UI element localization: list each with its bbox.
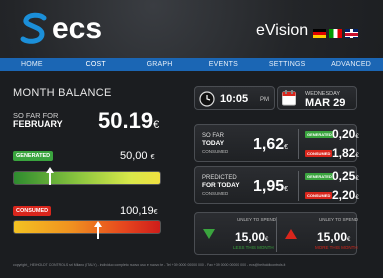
clock-ampm: PM: [260, 97, 269, 103]
spend-less-value: 15,00€: [235, 230, 268, 244]
predicted-consumed-amount: 2,20: [332, 188, 356, 202]
predicted-divider: [298, 171, 299, 201]
date-panel: WEDNESDAY MAR 29: [277, 86, 357, 110]
logo-text: ecs: [52, 12, 103, 45]
so-far-label: SO FAR FOR FEBRUARY: [13, 112, 63, 129]
spend-less-currency: €: [265, 237, 269, 243]
predicted-generated-badge: GENERATED: [305, 173, 334, 180]
today-label-line1: SO FAR: [202, 133, 225, 139]
spend-more-value: 15,00€: [317, 230, 350, 244]
month-balance-title: MONTH BALANCE: [13, 87, 112, 99]
today-currency: €: [284, 144, 289, 151]
generated-badge: GENERATED: [13, 151, 54, 161]
predicted-label: PREDICTED FOR TODAY CONSUMED: [202, 175, 240, 198]
today-amount: 1,62: [253, 136, 285, 153]
nav-cost[interactable]: COST: [64, 58, 128, 71]
predicted-label-sub: CONSUMED: [202, 191, 229, 196]
consumed-bar: [13, 220, 161, 234]
flag-uk-icon[interactable]: [345, 29, 358, 38]
nav-graph[interactable]: GRAPH: [128, 58, 192, 71]
spend-more-caption: UNLEY TO SPEND: [319, 217, 359, 222]
clock-panel: 10:05 PM: [194, 86, 275, 110]
nav-events[interactable]: EVENTS: [191, 58, 255, 71]
ecs-logo: ecs: [18, 12, 102, 46]
today-consumed-currency: €: [355, 153, 359, 159]
predicted-consumed-badge: CONSUMED: [305, 192, 333, 199]
predicted-currency: €: [284, 186, 289, 193]
predicted-consumed-value: 2,20€: [332, 188, 359, 202]
nav-settings[interactable]: SETTINGS: [255, 58, 319, 71]
logo-s-icon: [20, 12, 47, 44]
consumed-currency: €: [153, 209, 158, 216]
main-nav: HOME COST GRAPH EVENTS SETTINGS ADVANCED: [0, 58, 383, 71]
spend-more-currency: €: [347, 237, 351, 243]
consumed-amount: 100,19: [120, 205, 154, 217]
today-label-line2: TODAY: [202, 140, 225, 147]
spend-less-section: UNLEY TO SPEND 15,00€ LESS THIS MONTH: [195, 213, 276, 256]
calendar-icon: [282, 90, 296, 106]
spend-panel: UNLEY TO SPEND 15,00€ LESS THIS MONTH UN…: [194, 212, 358, 256]
spend-less-caption: UNLEY TO SPEND: [237, 217, 277, 222]
generated-amount: 50,00: [120, 150, 148, 162]
generated-currency: €: [150, 154, 155, 161]
flag-it-icon[interactable]: [329, 29, 342, 38]
nav-advanced[interactable]: ADVANCED: [319, 58, 383, 71]
language-flags: [313, 29, 358, 38]
predicted-label-line1: PREDICTED: [202, 175, 237, 181]
month-balance-value: 50.19€: [98, 108, 159, 134]
predicted-generated-value: 0,25€: [332, 169, 359, 183]
app-header: ecs eVision: [0, 0, 383, 58]
today-divider: [298, 129, 299, 159]
footer-copyright: copyright_ HEIHOLDT CONTROLS srl Milano …: [13, 263, 286, 267]
spend-less-note: LESS THIS MONTH: [233, 245, 274, 250]
nav-home[interactable]: HOME: [0, 58, 64, 71]
predicted-generated-amount: 0,25: [332, 169, 356, 183]
so-far-month: FEBRUARY: [13, 119, 63, 129]
spend-more-note: MORE THIS MONTH: [315, 245, 358, 250]
clock-time: 10:05: [220, 93, 249, 105]
month-balance-currency: €: [153, 119, 160, 131]
today-label: SO FAR TODAY CONSUMED: [202, 133, 228, 156]
generated-bar: [13, 171, 161, 185]
generated-marker-icon: [46, 167, 54, 185]
today-consumed-badge: CONSUMED: [305, 150, 333, 157]
consumed-badge: CONSUMED: [13, 206, 52, 216]
clock-icon: [199, 91, 215, 107]
today-generated-value: 0,20€: [332, 127, 359, 141]
predicted-consumed-currency: €: [355, 195, 359, 201]
today-label-sub: CONSUMED: [202, 149, 229, 154]
spend-more-amount: 15,00: [317, 230, 348, 244]
product-name: eVision: [256, 22, 309, 39]
predicted-value: 1,95€: [253, 178, 288, 196]
consumed-value: 100,19€: [120, 205, 158, 217]
today-panel: SO FAR TODAY CONSUMED 1,62€ GENERATED 0,…: [194, 124, 359, 162]
today-consumed-value: 1,82€: [332, 146, 359, 160]
today-generated-amount: 0,20: [332, 127, 356, 141]
month-balance-amount: 50.19: [98, 108, 154, 133]
predicted-amount: 1,95: [253, 178, 285, 195]
arrow-down-icon: [203, 229, 215, 239]
spend-less-amount: 15,00: [235, 230, 266, 244]
consumed-marker-icon: [94, 221, 102, 239]
date-value: MAR 29: [305, 97, 346, 109]
arrow-up-icon: [285, 229, 297, 239]
predicted-generated-currency: €: [355, 176, 359, 182]
today-consumed-amount: 1,82: [332, 146, 356, 160]
today-generated-currency: €: [355, 134, 359, 140]
spend-more-section: UNLEY TO SPEND 15,00€ MORE THIS MONTH: [277, 213, 358, 256]
predicted-label-line2: FOR TODAY: [202, 182, 240, 189]
predicted-panel: PREDICTED FOR TODAY CONSUMED 1,95€ GENER…: [194, 166, 359, 204]
today-value: 1,62€: [253, 136, 288, 154]
today-generated-badge: GENERATED: [305, 131, 334, 138]
flag-de-icon[interactable]: [313, 29, 326, 38]
generated-value: 50,00 €: [120, 150, 155, 162]
